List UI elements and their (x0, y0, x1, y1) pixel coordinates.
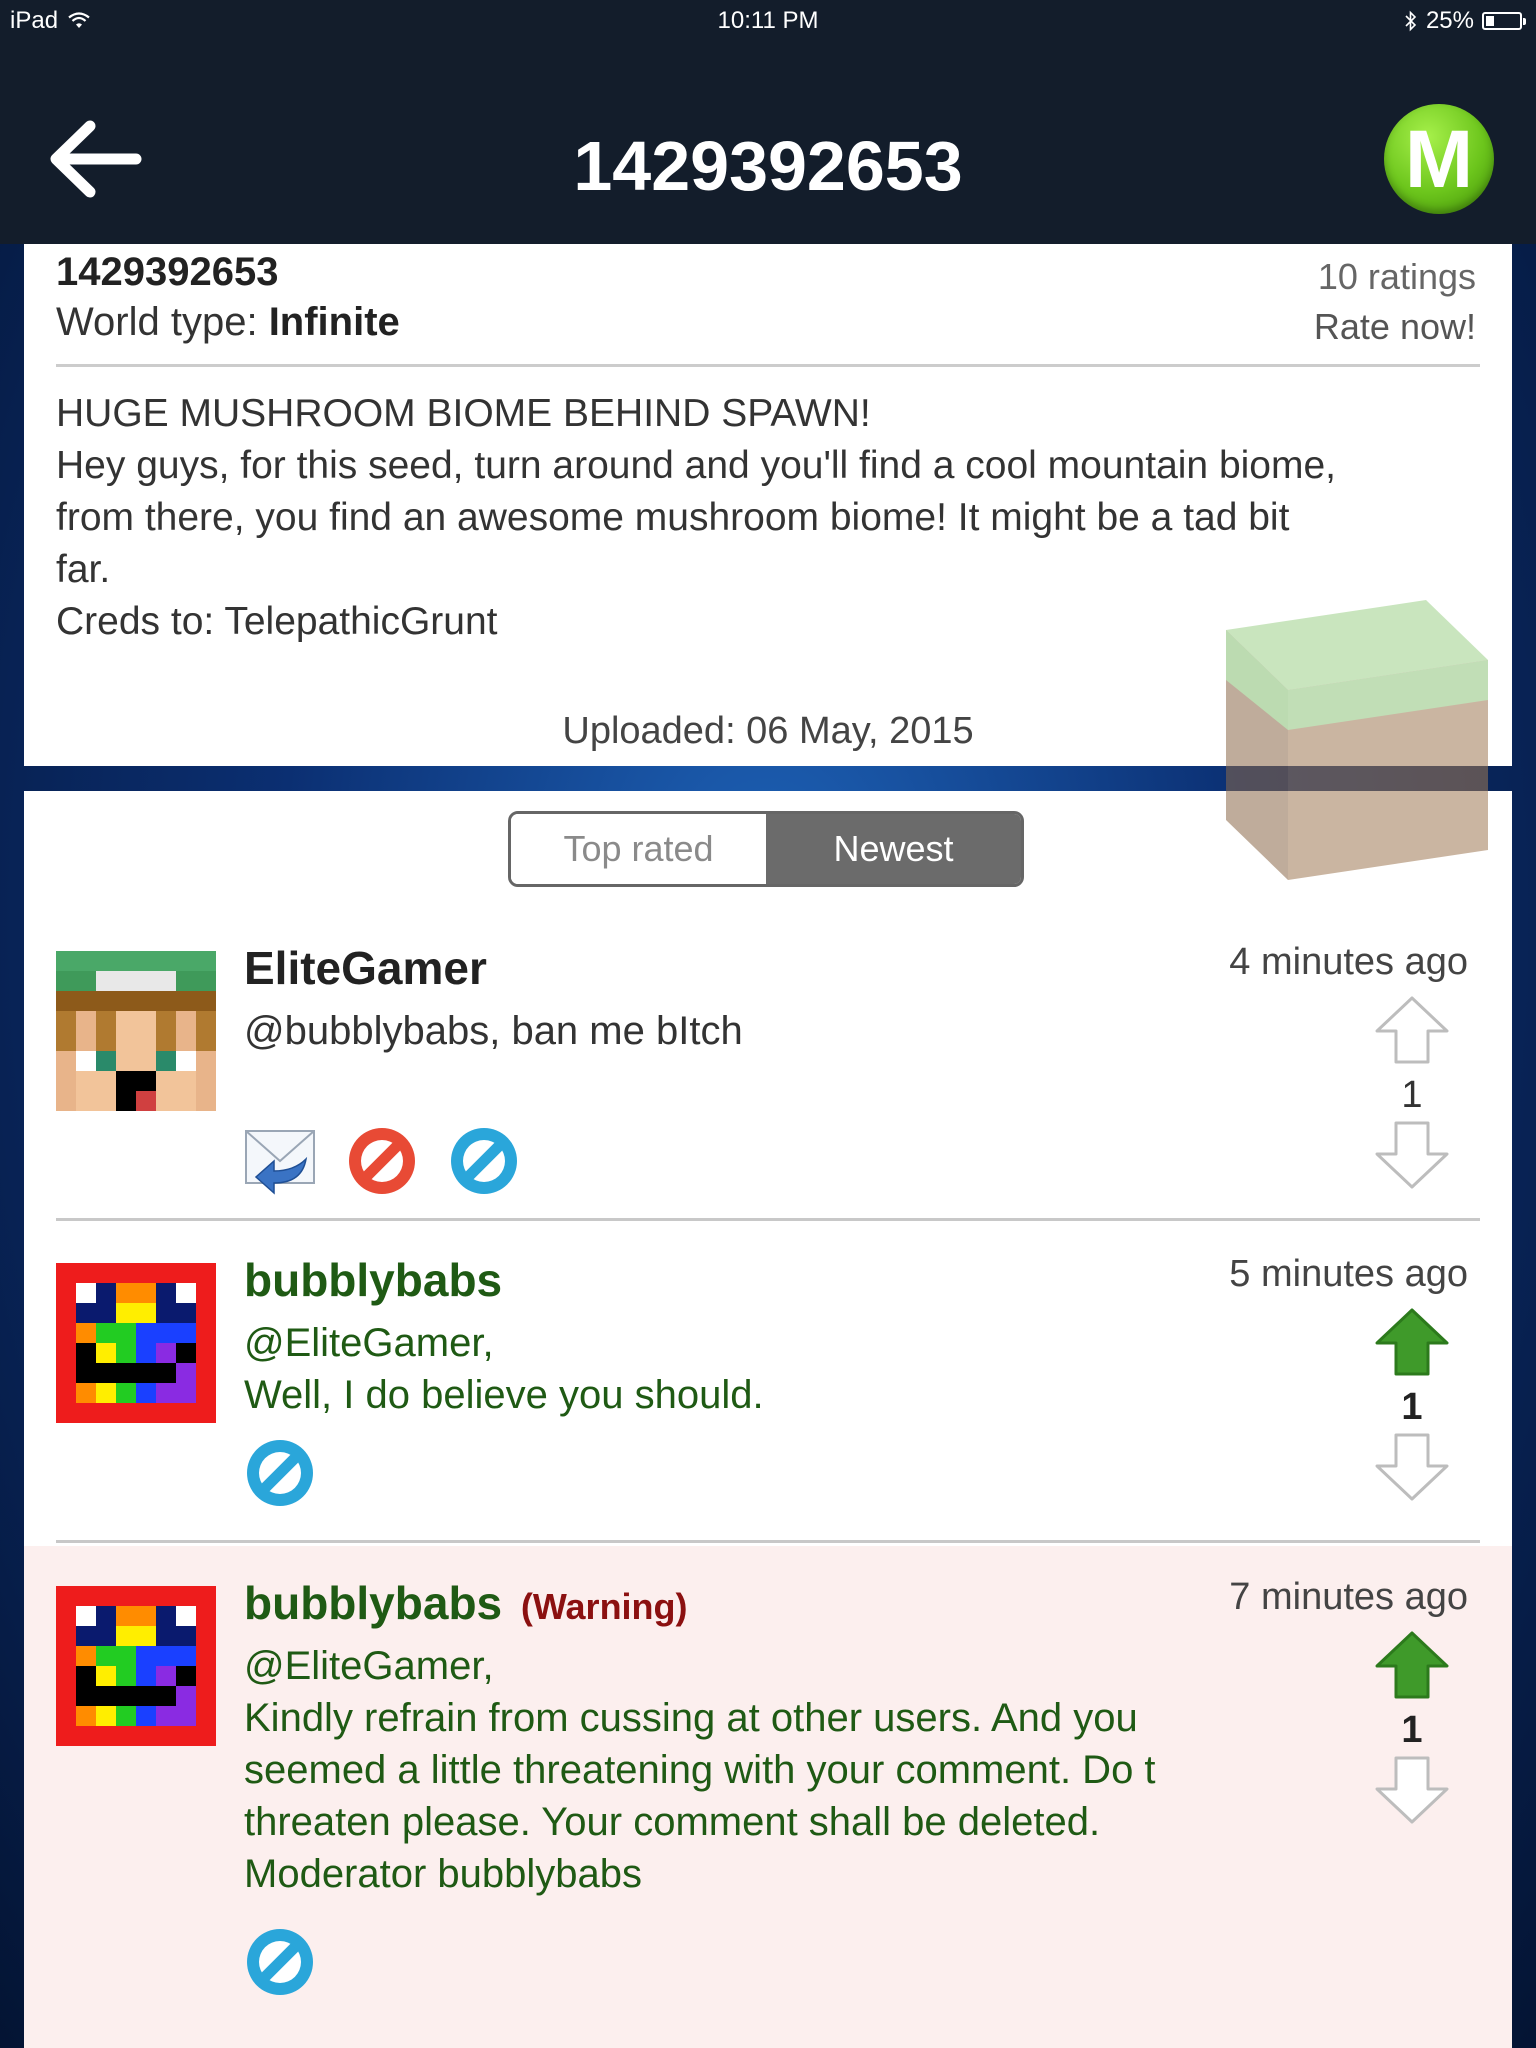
divider (56, 364, 1480, 367)
grass-block-decoration (1226, 600, 1488, 880)
comment-text: @EliteGamer, Kindly refrain from cussing… (244, 1640, 1156, 1900)
vote-count: 1 (1401, 1386, 1423, 1428)
vote-count: 1 (1401, 1709, 1423, 1751)
world-type: World type: Infinite (56, 300, 400, 345)
description-line: from there, you find an awesome mushroom… (56, 496, 1290, 539)
comment-text: @EliteGamer, Well, I do believe you shou… (244, 1317, 764, 1421)
world-type-value: Infinite (268, 300, 400, 344)
description-line: HUGE MUSHROOM BIOME BEHIND SPAWN! (56, 392, 871, 435)
tab-top-rated[interactable]: Top rated (511, 814, 766, 884)
bluetooth-icon (1405, 10, 1417, 32)
report-icon[interactable] (346, 1125, 418, 1197)
comment-item-warning: bubblybabs (Warning) @EliteGamer, Kindly… (24, 1540, 1512, 2048)
comment-actions (244, 1125, 520, 1197)
app-logo-button[interactable]: M (1384, 104, 1494, 214)
battery-fill (1486, 16, 1494, 26)
vote-count: 1 (1401, 1074, 1423, 1116)
comment-time: 4 minutes ago (1229, 941, 1468, 983)
tab-newest[interactable]: Newest (766, 814, 1021, 884)
avatar[interactable] (56, 1586, 216, 1746)
battery-percent: 25% (1425, 7, 1474, 34)
comment-actions (244, 1926, 316, 1998)
comment-time: 7 minutes ago (1229, 1576, 1468, 1618)
status-right: 25% (1404, 7, 1526, 35)
comment-username[interactable]: EliteGamer (244, 941, 487, 995)
vote-control: 1 (1374, 995, 1450, 1195)
sort-segmented-control: Top rated Newest (508, 811, 1024, 887)
upvote-arrow-icon[interactable] (1374, 1630, 1450, 1700)
ratings-count: 10 ratings (1317, 256, 1476, 297)
comment-text-line: Moderator bubblybabs (244, 1852, 643, 1896)
block-icon[interactable] (244, 1437, 316, 1509)
nav-bar: 1429392653 M (0, 44, 1536, 244)
comment-username-text: bubblybabs (244, 1577, 503, 1629)
upvote-arrow-icon[interactable] (1374, 995, 1450, 1065)
status-bar: iPad 10:11 PM 25% (0, 0, 1536, 44)
description-line: far. (56, 548, 111, 591)
avatar[interactable] (56, 951, 216, 1111)
comment-text-line: @EliteGamer, (244, 1321, 494, 1365)
warning-tag: (Warning) (520, 1586, 688, 1627)
seed-number: 1429392653 (56, 250, 279, 294)
world-type-label: World type: (56, 300, 258, 344)
vote-control: 1 (1374, 1307, 1450, 1507)
comment-text: @bubblybabs, ban me bItch (244, 1005, 743, 1057)
comment-item: bubblybabs @EliteGamer, Well, I do belie… (24, 1223, 1512, 1533)
battery-icon (1482, 12, 1526, 30)
block-icon[interactable] (244, 1926, 316, 1998)
reply-icon[interactable] (244, 1125, 316, 1197)
comment-username[interactable]: bubblybabs (244, 1253, 502, 1307)
comment-divider (56, 1540, 1480, 1543)
comment-text-line: threaten please. Your comment shall be d… (244, 1800, 1101, 1844)
page-title: 1429392653 (573, 127, 963, 205)
comment-actions (244, 1437, 316, 1509)
rate-now-button[interactable]: Rate now! (1314, 306, 1476, 348)
comment-text-line: @bubblybabs, ban me bItch (244, 1009, 743, 1053)
comment-item: EliteGamer @bubblybabs, ban me bItch 4 m… (24, 911, 1512, 1221)
upvote-arrow-icon[interactable] (1374, 1307, 1450, 1377)
downvote-arrow-icon[interactable] (1374, 1432, 1450, 1502)
comments-card: Top rated Newest EliteGamer @bubblybabs,… (24, 791, 1512, 2048)
downvote-arrow-icon[interactable] (1374, 1120, 1450, 1190)
avatar[interactable] (56, 1263, 216, 1423)
comment-text-line: seemed a little threatening with your co… (244, 1748, 1156, 1792)
comment-time: 5 minutes ago (1229, 1253, 1468, 1295)
vote-control: 1 (1374, 1630, 1450, 1830)
description-line: Hey guys, for this seed, turn around and… (56, 444, 1337, 487)
comment-username[interactable]: bubblybabs (Warning) (244, 1576, 688, 1630)
downvote-arrow-icon[interactable] (1374, 1755, 1450, 1825)
comment-divider (56, 1218, 1480, 1221)
comment-text-line: @EliteGamer, (244, 1644, 494, 1688)
comment-text-line: Kindly refrain from cussing at other use… (244, 1696, 1138, 1740)
block-icon[interactable] (448, 1125, 520, 1197)
status-time: 10:11 PM (717, 7, 819, 34)
comment-text-line: Well, I do believe you should. (244, 1373, 764, 1417)
